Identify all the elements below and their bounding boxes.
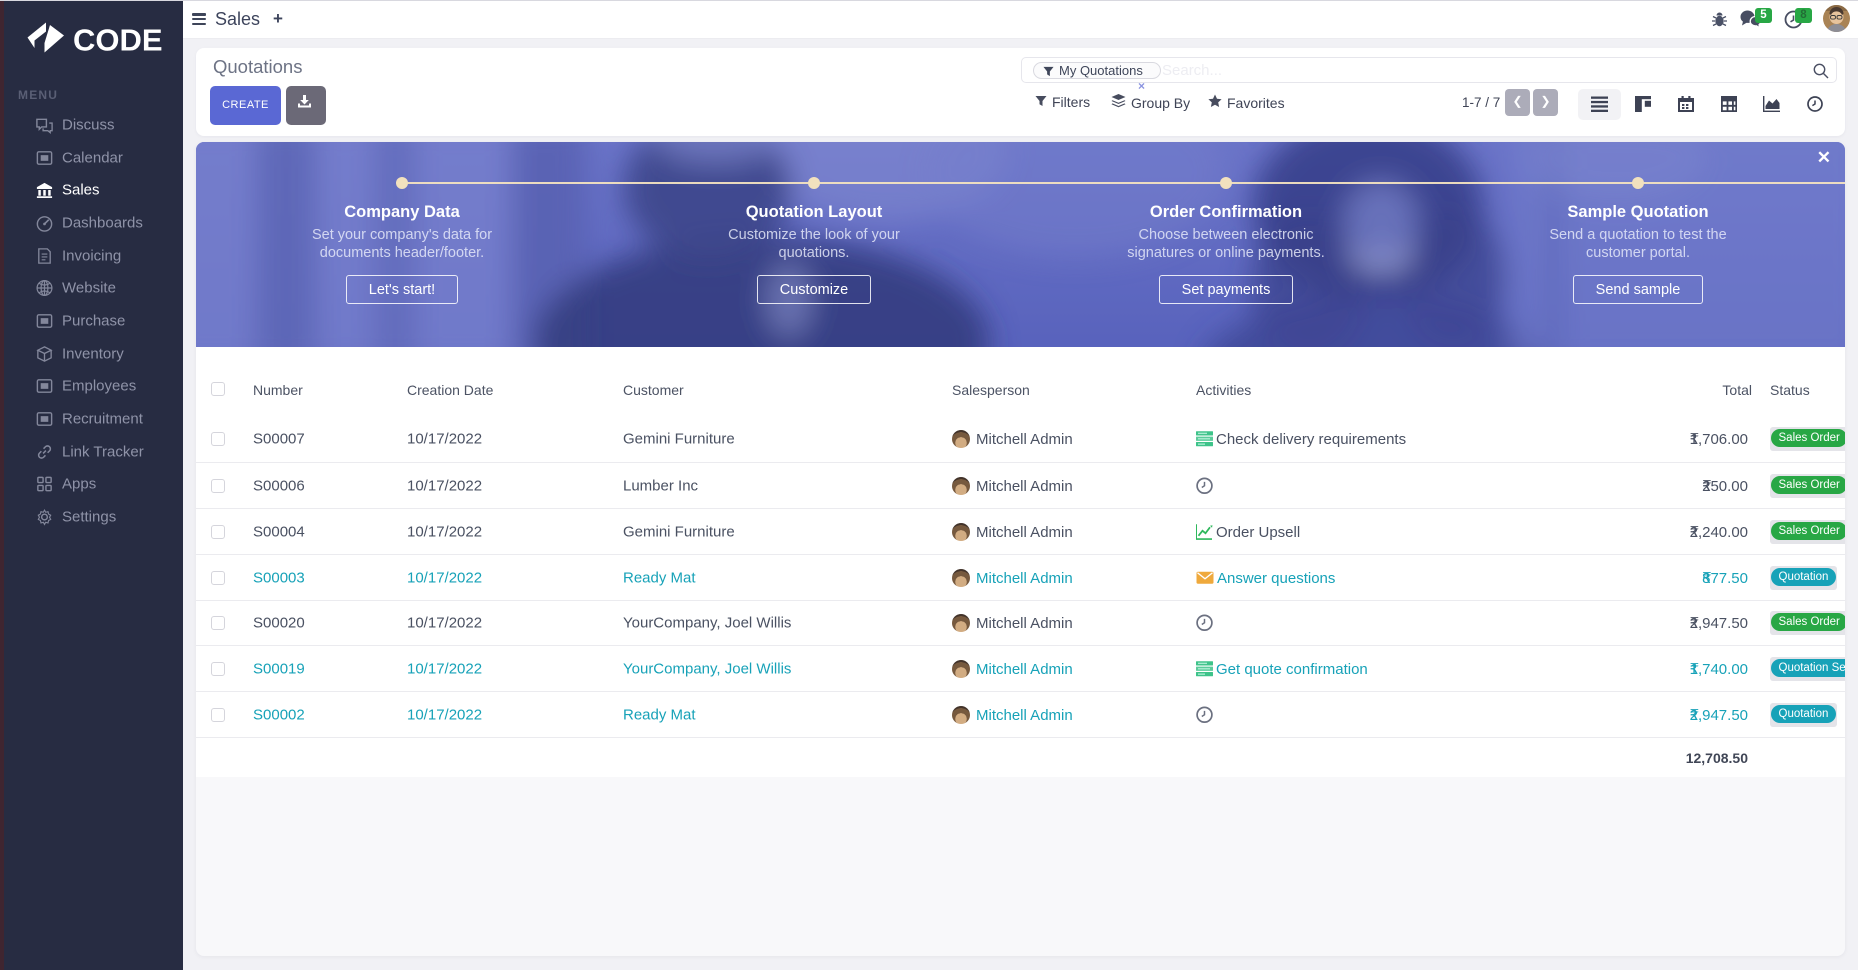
svg-text:CODE: CODE	[73, 23, 163, 58]
